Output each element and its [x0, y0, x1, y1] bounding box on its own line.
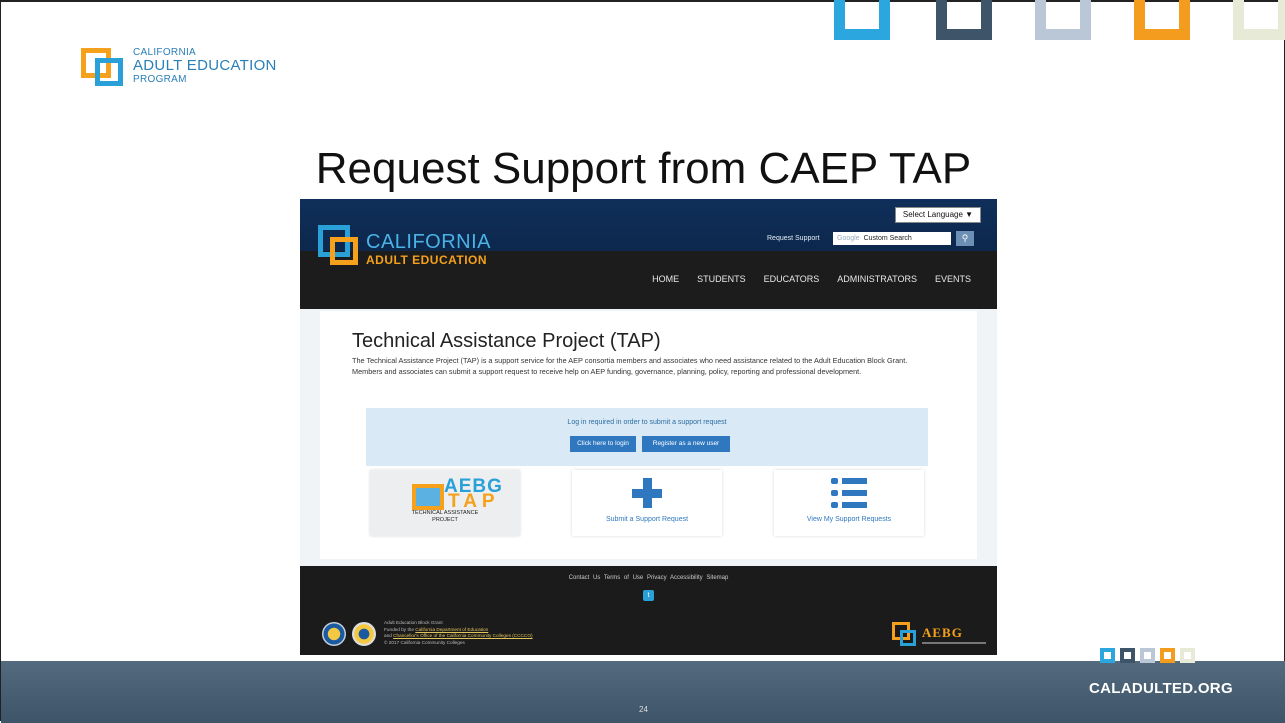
footer-link-terms[interactable]: Terms of Use: [604, 575, 643, 581]
register-button[interactable]: Register as a new user: [642, 436, 730, 452]
page-number: 24: [639, 705, 648, 714]
language-select[interactable]: Select Language ▼: [895, 207, 981, 223]
plus-icon: [632, 478, 662, 508]
magnifier-icon: ⚲: [961, 233, 969, 243]
logo-line-2: ADULT EDUCATION: [133, 57, 277, 74]
main-nav: HOME STUDENTS EDUCATORS ADMINISTRATORS E…: [652, 274, 971, 284]
tap-caption: TECHNICAL ASSISTANCE PROJECT: [370, 510, 520, 524]
login-message: Log in required in order to submit a sup…: [567, 419, 727, 426]
mini-square-2: [1120, 648, 1135, 663]
nav-events[interactable]: EVENTS: [935, 274, 971, 284]
deco-square-4: [1134, 0, 1190, 40]
caep-logo-text: CALIFORNIA ADULT EDUCATION PROGRAM: [133, 47, 277, 85]
search-input[interactable]: Google Custom Search: [833, 232, 951, 245]
footer-text-line-2-prefix: Funded by the: [384, 626, 416, 632]
footer-link-sitemap[interactable]: Sitemap: [706, 575, 728, 581]
deco-square-2: [936, 0, 992, 40]
submit-request-card[interactable]: Submit a Support Request: [572, 470, 722, 536]
search-value: Custom Search: [863, 235, 912, 242]
mini-square-5: [1180, 648, 1195, 663]
view-requests-card[interactable]: View My Support Requests: [774, 470, 924, 536]
nav-students[interactable]: STUDENTS: [697, 274, 746, 284]
page-heading: Technical Assistance Project (TAP): [352, 330, 661, 352]
cccco-link[interactable]: Chancellor's Office of the California Co…: [393, 633, 532, 638]
tap-caption-line-1: TECHNICAL ASSISTANCE: [411, 510, 479, 516]
footer-text-line-3-prefix: and: [384, 633, 394, 638]
search-button[interactable]: ⚲: [956, 231, 974, 246]
footer-link-contact[interactable]: Contact Us: [569, 575, 601, 581]
nav-administrators[interactable]: ADMINISTRATORS: [837, 274, 917, 284]
nav-educators[interactable]: EDUCATORS: [764, 274, 820, 284]
view-requests-link[interactable]: View My Support Requests: [774, 516, 924, 523]
mini-square-3: [1140, 648, 1155, 663]
tap-logo-card: AEBG TAP TECHNICAL ASSISTANCE PROJECT: [370, 470, 520, 536]
footer-link-privacy[interactable]: Privacy: [647, 575, 667, 581]
nav-home[interactable]: HOME: [652, 274, 679, 284]
footer-text: Adult Education Block Grant Funded by th…: [384, 620, 533, 646]
cde-link[interactable]: California Department of Education: [415, 627, 488, 632]
deco-square-5: [1233, 0, 1285, 40]
website-url: CALADULTED.ORG: [1089, 680, 1233, 697]
cccco-seal-icon[interactable]: [352, 622, 376, 646]
intro-paragraph: The Technical Assistance Project (TAP) i…: [352, 356, 908, 376]
site-logo-line-2: ADULT EDUCATION: [366, 253, 488, 267]
footer-links: Contact Us Terms of Use Privacy Accessib…: [300, 575, 997, 581]
request-support-link[interactable]: Request Support: [767, 235, 820, 242]
mini-square-4: [1160, 648, 1175, 663]
aebg-footer-logo-text: AEBG: [922, 625, 963, 640]
caep-logo: CALIFORNIA ADULT EDUCATION PROGRAM: [81, 46, 277, 86]
deco-square-3: [1035, 0, 1091, 40]
cde-seal-icon[interactable]: [322, 622, 346, 646]
aebg-tap-logo-icon: [412, 484, 444, 510]
search-placeholder: Google: [837, 235, 860, 242]
submit-request-link[interactable]: Submit a Support Request: [572, 516, 722, 523]
mini-square-1: [1100, 648, 1115, 663]
footer-link-accessibility[interactable]: Accessibility: [670, 575, 703, 581]
login-button[interactable]: Click here to login: [570, 436, 636, 452]
website-screenshot: CALIFORNIA ADULT EDUCATION Select Langua…: [300, 199, 997, 655]
login-notice: Log in required in order to submit a sup…: [366, 408, 928, 466]
footer-copyright: © 2017 California Community Colleges: [384, 639, 465, 645]
site-footer: Contact Us Terms of Use Privacy Accessib…: [300, 566, 997, 655]
twitter-icon[interactable]: t: [643, 590, 654, 601]
caep-logo-mark-icon: [81, 46, 127, 86]
deco-square-1: [834, 0, 890, 40]
slide-title: Request Support from CAEP TAP: [315, 144, 972, 193]
logo-line-3: PROGRAM: [133, 74, 187, 85]
slide: CALIFORNIA ADULT EDUCATION PROGRAM Reque…: [0, 0, 1285, 723]
site-logo-line-1: CALIFORNIA: [366, 231, 492, 253]
tap-caption-line-2: PROJECT: [432, 517, 458, 523]
list-icon: [831, 478, 867, 508]
